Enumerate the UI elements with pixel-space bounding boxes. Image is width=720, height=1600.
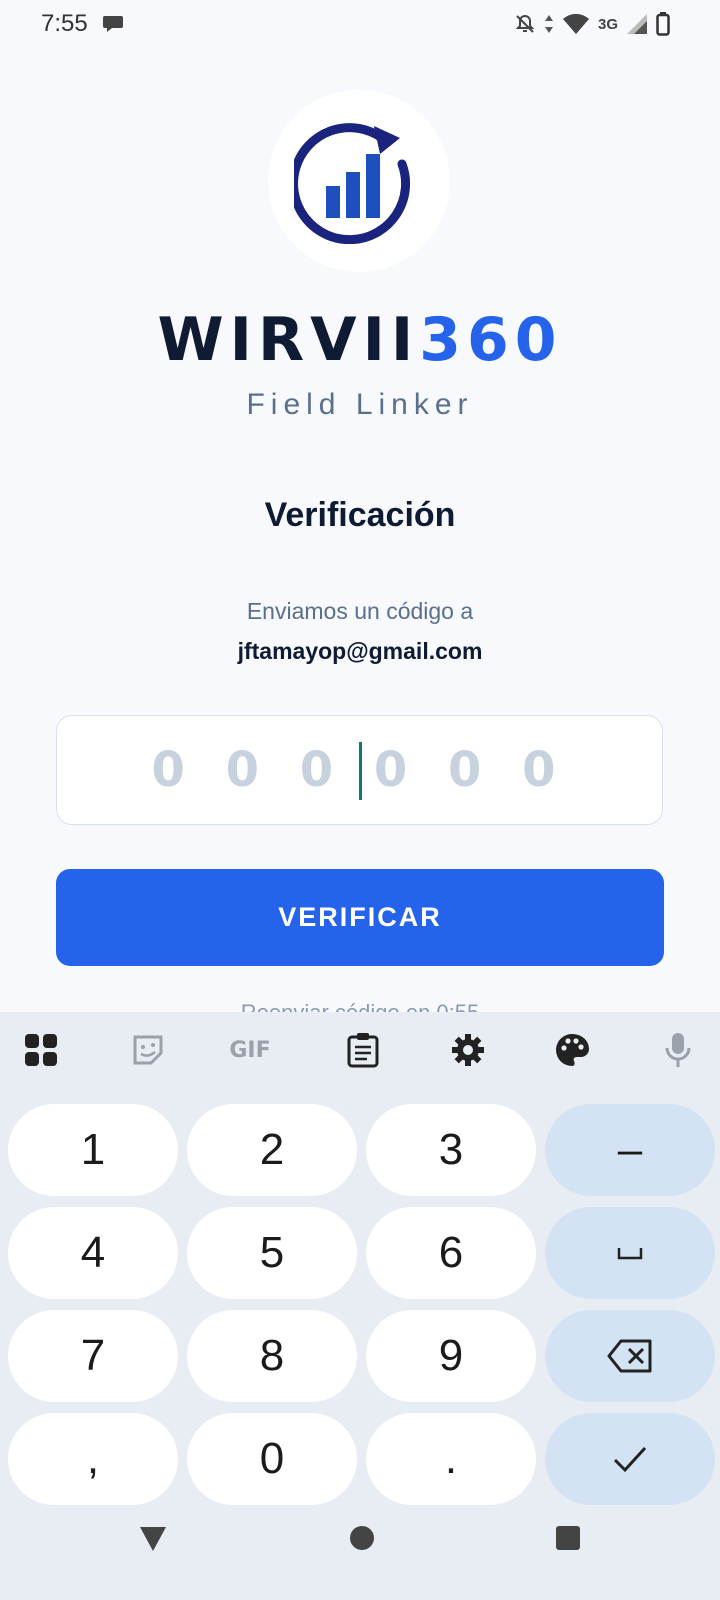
key-9[interactable]: 9 [366, 1310, 536, 1402]
email-address: jftamayop@gmail.com [237, 638, 483, 664]
brand-name-main: WIRVII [157, 305, 420, 375]
key-5[interactable]: 5 [187, 1207, 357, 1299]
key-enter[interactable] [545, 1413, 715, 1505]
status-time: 7:55 [41, 10, 88, 37]
key-period[interactable]: . [366, 1413, 536, 1505]
apps-grid-icon[interactable] [21, 1030, 61, 1070]
key-2[interactable]: 2 [187, 1104, 357, 1196]
brand-subtitle: Field Linker [246, 388, 474, 421]
key-backspace[interactable] [545, 1310, 715, 1402]
key-6[interactable]: 6 [366, 1207, 536, 1299]
key-space[interactable] [545, 1207, 715, 1299]
settings-gear-icon[interactable] [448, 1030, 488, 1070]
resend-timer-text: Reenviar código en 0:55 [0, 1000, 720, 1012]
key-0[interactable]: 0 [187, 1413, 357, 1505]
network-type: 3G [597, 15, 618, 33]
key-3[interactable]: 3 [366, 1104, 536, 1196]
key-minus[interactable]: – [545, 1104, 715, 1196]
app-logo [268, 90, 450, 272]
backspace-icon [607, 1339, 652, 1373]
chat-bubble-icon [103, 16, 123, 32]
key-1[interactable]: 1 [8, 1104, 178, 1196]
data-arrows-icon [544, 15, 553, 33]
key-7[interactable]: 7 [8, 1310, 178, 1402]
palette-icon[interactable] [552, 1030, 592, 1070]
key-4[interactable]: 4 [8, 1207, 178, 1299]
gif-button[interactable]: GIF [229, 1030, 270, 1070]
key-comma[interactable]: , [8, 1413, 178, 1505]
brand-name-accent: 360 [419, 305, 563, 375]
clipboard-icon[interactable] [343, 1030, 383, 1070]
sent-code-text: Enviamos un código a [246, 598, 474, 624]
space-icon [617, 1248, 643, 1260]
verification-code-input[interactable]: 0 0 0 0 0 0 [56, 715, 663, 825]
checkmark-icon [613, 1446, 647, 1473]
signal-icon [627, 14, 647, 34]
text-cursor [359, 742, 362, 800]
back-icon[interactable] [139, 1525, 167, 1553]
battery-icon [656, 12, 670, 36]
keyboard-toolbar: GIF [0, 1012, 720, 1090]
wifi-icon [562, 13, 589, 34]
growth-chart-icon [294, 123, 411, 244]
system-nav-bar [0, 1495, 720, 1600]
key-8[interactable]: 8 [187, 1310, 357, 1402]
home-icon[interactable] [349, 1525, 375, 1551]
brand-name: WIRVII360 [0, 305, 720, 375]
sticker-icon[interactable] [128, 1030, 168, 1070]
page-title: Verificación [264, 496, 456, 534]
status-bar: 7:55 3G [0, 0, 720, 50]
verify-button[interactable]: VERIFICAR [56, 869, 664, 966]
bell-off-icon [515, 14, 535, 33]
recents-icon[interactable] [555, 1525, 581, 1551]
microphone-icon[interactable] [658, 1030, 698, 1070]
